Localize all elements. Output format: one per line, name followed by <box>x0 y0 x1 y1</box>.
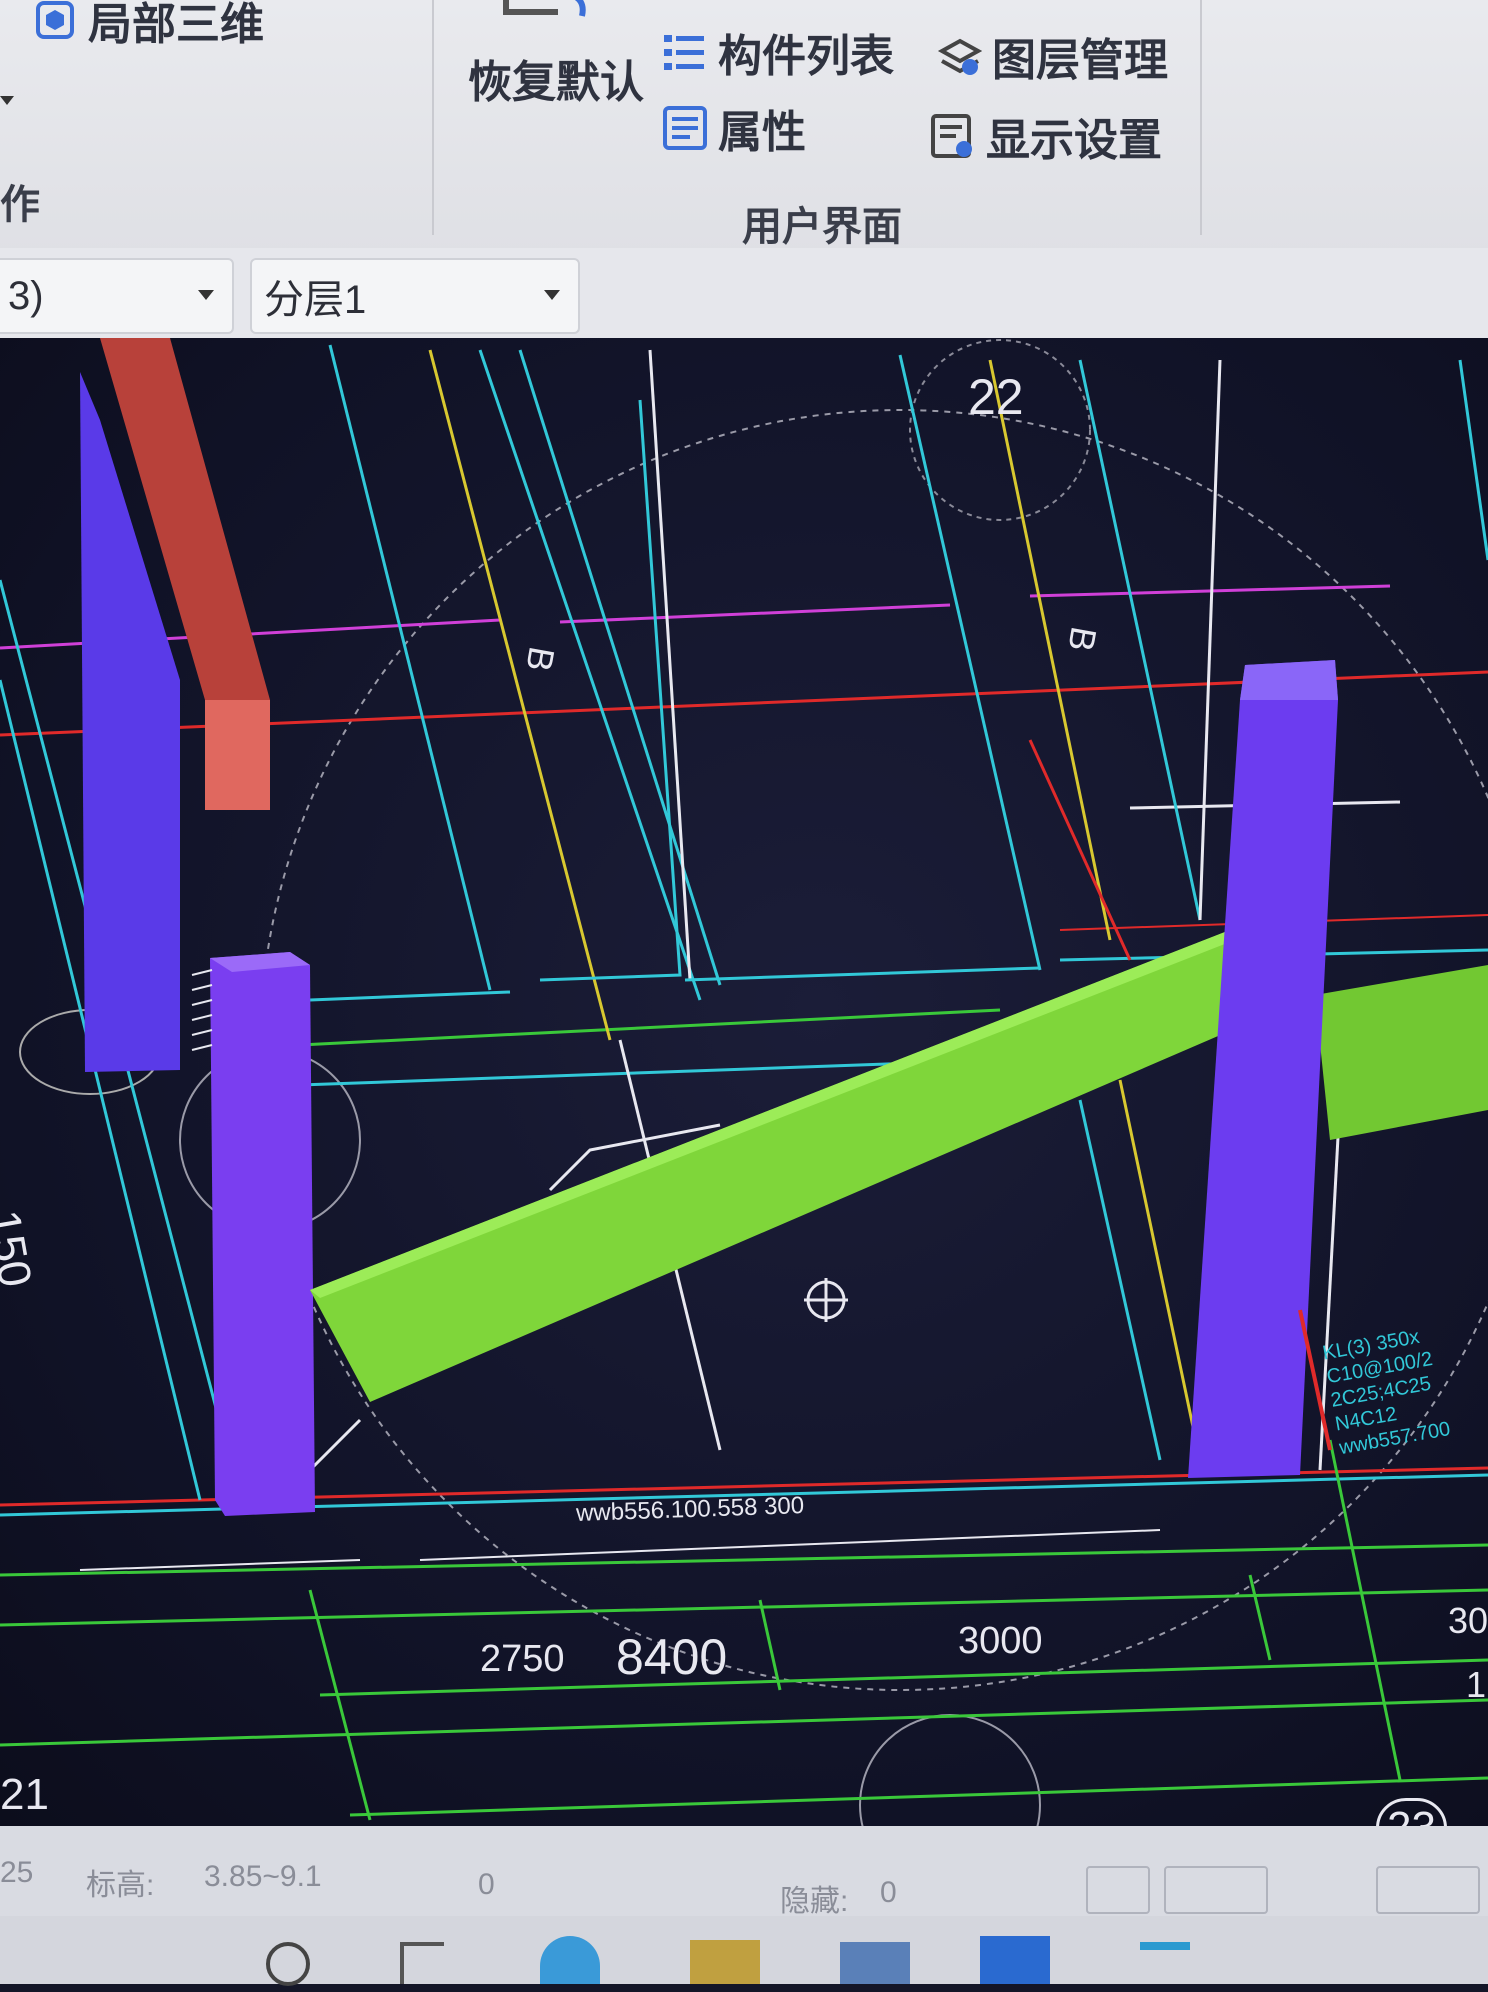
layer-combo-value: 分层1 <box>264 278 367 322</box>
dim-tick <box>1248 1574 1272 1661</box>
opening-outline <box>684 966 1041 982</box>
floor-combo[interactable]: 3) <box>0 258 234 334</box>
list-icon <box>662 29 708 75</box>
display-settings-button[interactable]: 显示设置 <box>930 104 1162 168</box>
dim-tick <box>308 1589 372 1821</box>
ribbon: 局部三维 作 恢复默认 构件列表 图层管理 属性 显示设置 用户界面 <box>0 0 1488 255</box>
beam-note: KL(3) 350x C10@100/2 2C25;4C25 N4C12 wwb… <box>1320 1325 1452 1460</box>
axis-label-21: 21 <box>0 1770 49 1819</box>
opening-outline <box>309 990 511 1002</box>
layer-manage-label: 图层管理 <box>992 36 1168 85</box>
dim-line <box>349 1776 1488 1817</box>
chevron-down-icon <box>198 290 214 300</box>
elevation-value: 3.85~9.1 <box>204 1860 322 1893</box>
yellow-line <box>428 349 612 1041</box>
ribbon-separator <box>1200 0 1202 235</box>
left-group-label: 作 <box>0 183 40 227</box>
cyan-line <box>898 354 1042 971</box>
cyan-line <box>1078 1099 1162 1461</box>
properties-icon <box>662 105 708 151</box>
green-beam-right <box>1315 965 1488 1140</box>
dim-line <box>0 1543 1488 1577</box>
component-list-button[interactable]: 构件列表 <box>662 20 894 84</box>
status-zero: 0 <box>478 1868 495 1901</box>
dimension-1: 1 <box>1466 1664 1487 1705</box>
dimension-3000: 3000 <box>958 1620 1043 1662</box>
local-3d-button[interactable]: 局部三维 <box>32 0 264 52</box>
app-icon-mail[interactable] <box>840 1942 910 1984</box>
red-line <box>1028 739 1132 961</box>
component-list-label: 构件列表 <box>718 32 894 81</box>
column-right-top <box>1240 660 1338 700</box>
column-right <box>1188 660 1338 1478</box>
hatch-mark <box>191 969 213 1051</box>
cyan-line <box>328 344 492 991</box>
orbit-cursor-icon <box>804 1278 848 1322</box>
chevron-down-icon <box>544 290 560 300</box>
column-left-front <box>210 952 315 1516</box>
display-settings-icon <box>930 113 976 159</box>
white-line <box>1198 359 1222 921</box>
cube-icon <box>32 0 78 43</box>
task-view-icon[interactable] <box>400 1942 444 1984</box>
layers-icon <box>936 33 983 79</box>
dimension-8400: 8400 <box>616 1629 728 1685</box>
start-circle-icon[interactable] <box>266 1942 310 1986</box>
dropdown-caret[interactable] <box>0 96 14 105</box>
restore-default-button[interactable]: 恢复默认 <box>468 0 644 110</box>
app-icon-t[interactable] <box>1140 1942 1190 1992</box>
dim-line <box>419 1529 1161 1561</box>
local-3d-label: 局部三维 <box>88 0 264 49</box>
magenta-line <box>559 603 951 624</box>
dimension-30: 30 <box>1448 1600 1488 1641</box>
hidden-label: 隐藏: <box>780 1885 849 1918</box>
ribbon-separator <box>432 0 434 235</box>
cross-select-button[interactable] <box>1290 1866 1350 1910</box>
layer-combo[interactable]: 分层1 <box>250 258 580 334</box>
cyan-line <box>478 349 702 1001</box>
layer-manage-button[interactable]: 图层管理 <box>936 24 1168 88</box>
3d-viewport[interactable]: 22 21 23 150 2750 8400 3000 30 1 wwb556.… <box>0 338 1488 1828</box>
orbit-small-circle <box>859 1714 1041 1828</box>
white-line <box>648 349 692 981</box>
green-line <box>299 1008 1001 1047</box>
select-box-button[interactable] <box>1164 1866 1268 1914</box>
user-interface-group-label: 用户界面 <box>742 205 902 249</box>
dim-tick <box>758 1599 782 1691</box>
hidden-value: 0 <box>880 1876 897 1909</box>
axis-bubble-22 <box>909 339 1091 521</box>
dim-line <box>0 1588 1488 1627</box>
cyan-line <box>1458 359 1488 561</box>
status-left-number: 25 <box>0 1856 34 1889</box>
elevation-label: 标高: <box>86 1869 155 1902</box>
dimension-2750: 2750 <box>480 1638 565 1680</box>
properties-label: 属性 <box>718 108 806 157</box>
cad-drawing <box>0 338 1488 1828</box>
red-beam-end <box>205 700 270 810</box>
taskbar <box>0 1916 1488 1986</box>
snap-mode-button[interactable] <box>1086 1866 1150 1914</box>
display-settings-label: 显示设置 <box>986 116 1162 165</box>
magenta-line <box>1029 584 1391 598</box>
app-icon-cad[interactable] <box>980 1936 1050 1984</box>
restore-default-label: 恢复默认 <box>468 58 644 107</box>
status-bar: 25 标高: 3.85~9.1 0 隐藏: 0 <box>0 1826 1488 1918</box>
app-icon-blue[interactable] <box>540 1936 600 1984</box>
app-icon-folder[interactable] <box>690 1940 760 1984</box>
floor-combo-value: 3) <box>8 273 44 318</box>
properties-button[interactable]: 属性 <box>662 96 806 160</box>
view-tools-button[interactable] <box>1376 1866 1480 1914</box>
green-beam-top <box>310 930 1240 1298</box>
yellow-line <box>1118 1079 1202 1461</box>
dim-line <box>0 1698 1488 1747</box>
axis-label-22: 22 <box>968 369 1024 425</box>
restore-icon <box>498 0 608 35</box>
